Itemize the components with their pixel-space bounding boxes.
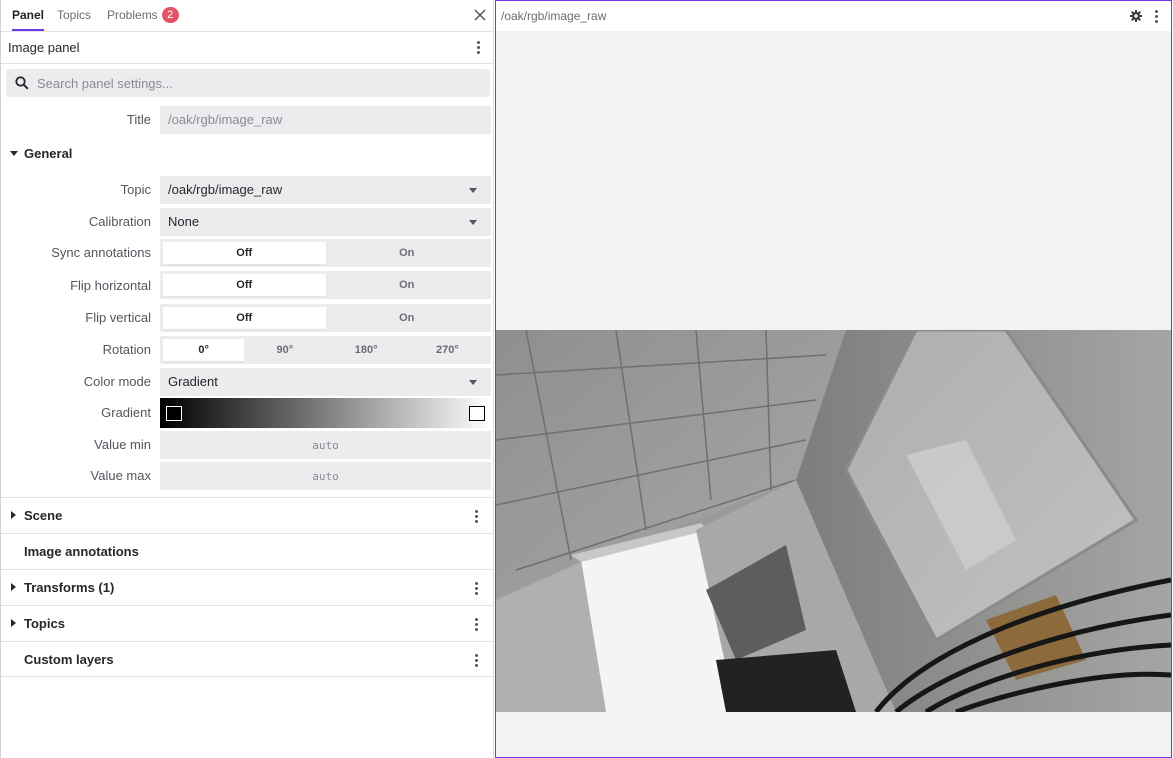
tab-problems-label: Problems	[107, 8, 158, 22]
search-input[interactable]	[37, 69, 477, 97]
section-topics[interactable]: Topics	[1, 605, 494, 641]
title-field[interactable]: /oak/rgb/image_raw	[160, 106, 491, 134]
rotation-0[interactable]: 0°	[163, 339, 245, 361]
dropdown-caret-icon	[469, 188, 477, 193]
color-mode-select[interactable]: Gradient	[160, 368, 491, 396]
title-field-value: /oak/rgb/image_raw	[168, 112, 283, 127]
value-min-input[interactable]	[160, 431, 491, 459]
section-transforms-label: Transforms (1)	[24, 580, 115, 595]
panel-title: Image panel	[8, 40, 80, 55]
sync-annotations-on[interactable]: On	[326, 242, 489, 264]
calibration-select[interactable]: None	[160, 208, 491, 236]
flip-vertical-off[interactable]: Off	[163, 307, 326, 329]
calibration-select-value: None	[168, 214, 200, 229]
value-min-field	[160, 431, 491, 459]
sync-annotations-off[interactable]: Off	[163, 242, 326, 264]
sync-annotations-toggle: Off On	[160, 239, 491, 267]
value-min-label: Value min	[94, 437, 151, 452]
general-section-header[interactable]: General	[1, 141, 494, 167]
gradient-bar	[160, 398, 491, 428]
value-max-field	[160, 462, 491, 490]
topic-select[interactable]: /oak/rgb/image_raw	[160, 176, 491, 204]
flip-horizontal-off[interactable]: Off	[163, 274, 326, 296]
section-menu-icon[interactable]	[468, 580, 484, 596]
flip-horizontal-on[interactable]: On	[326, 274, 489, 296]
chevron-right-icon	[11, 511, 16, 519]
gradient-min-color-swatch[interactable]	[166, 406, 182, 421]
flip-horizontal-toggle: Off On	[160, 271, 491, 299]
camera-image	[496, 330, 1171, 712]
color-mode-label: Color mode	[83, 374, 151, 389]
general-section-label: General	[24, 146, 73, 161]
section-image-annotations[interactable]: Image annotations	[1, 533, 494, 569]
title-label: Title	[126, 112, 151, 127]
chevron-right-icon	[11, 619, 16, 627]
topic-label: Topic	[120, 182, 151, 197]
settings-sidebar: Panel Topics Problems2 Image panel Title…	[0, 0, 494, 758]
section-custom-layers-label: Custom layers	[24, 652, 114, 667]
panel-header: Image panel	[1, 32, 494, 64]
dropdown-caret-icon	[469, 380, 477, 385]
flip-horizontal-label: Flip horizontal	[70, 278, 151, 293]
section-topics-label: Topics	[24, 616, 65, 631]
topic-select-value: /oak/rgb/image_raw	[168, 182, 283, 197]
tab-panel-label: Panel	[12, 8, 45, 22]
camera-image-render	[496, 330, 1171, 712]
search-icon	[15, 76, 29, 90]
rotation-180[interactable]: 180°	[326, 339, 407, 361]
tab-problems[interactable]: Problems 2	[107, 0, 179, 32]
section-menu-icon[interactable]	[468, 616, 484, 632]
section-scene-label: Scene	[24, 508, 63, 523]
problems-count-badge: 2	[161, 7, 179, 23]
close-icon[interactable]	[473, 8, 487, 22]
flip-vertical-label: Flip vertical	[85, 310, 151, 325]
chevron-down-icon	[10, 151, 18, 156]
flip-vertical-on[interactable]: On	[326, 307, 489, 329]
value-max-label: Value max	[90, 468, 151, 483]
rotation-270[interactable]: 270°	[407, 339, 488, 361]
tab-panel[interactable]: Panel	[12, 0, 45, 32]
section-menu-icon[interactable]	[468, 508, 484, 524]
chevron-right-icon	[11, 583, 16, 591]
image-panel-toolbar: /oak/rgb/image_raw	[496, 1, 1171, 31]
tab-topics[interactable]: Topics	[57, 0, 91, 32]
flip-vertical-toggle: Off On	[160, 304, 491, 332]
dropdown-caret-icon	[469, 220, 477, 225]
section-menu-icon[interactable]	[468, 652, 484, 668]
calibration-label: Calibration	[88, 214, 151, 229]
rotation-90[interactable]: 90°	[244, 339, 325, 361]
sync-annotations-label: Sync annotations	[51, 245, 151, 260]
section-scene[interactable]: Scene	[1, 497, 494, 533]
gradient-label: Gradient	[101, 405, 151, 420]
gear-icon[interactable]	[1130, 10, 1142, 22]
gradient-max-color-swatch[interactable]	[469, 406, 485, 421]
section-image-annotations-label: Image annotations	[24, 544, 139, 559]
settings-search	[6, 69, 490, 97]
color-mode-select-value: Gradient	[168, 374, 218, 389]
section-custom-layers[interactable]: Custom layers	[1, 641, 494, 677]
image-panel[interactable]: /oak/rgb/image_raw	[495, 0, 1172, 758]
panel-menu-icon[interactable]	[470, 39, 486, 55]
tab-topics-label: Topics	[57, 8, 92, 22]
panel-menu-icon[interactable]	[1148, 8, 1164, 24]
rotation-toggle: 0° 90° 180° 270°	[160, 336, 491, 364]
value-max-input[interactable]	[160, 462, 491, 490]
rotation-label: Rotation	[102, 342, 151, 357]
image-panel-topic: /oak/rgb/image_raw	[501, 9, 607, 23]
sidebar-tabbar: Panel Topics Problems 2	[1, 0, 494, 32]
section-transforms[interactable]: Transforms (1)	[1, 569, 494, 605]
